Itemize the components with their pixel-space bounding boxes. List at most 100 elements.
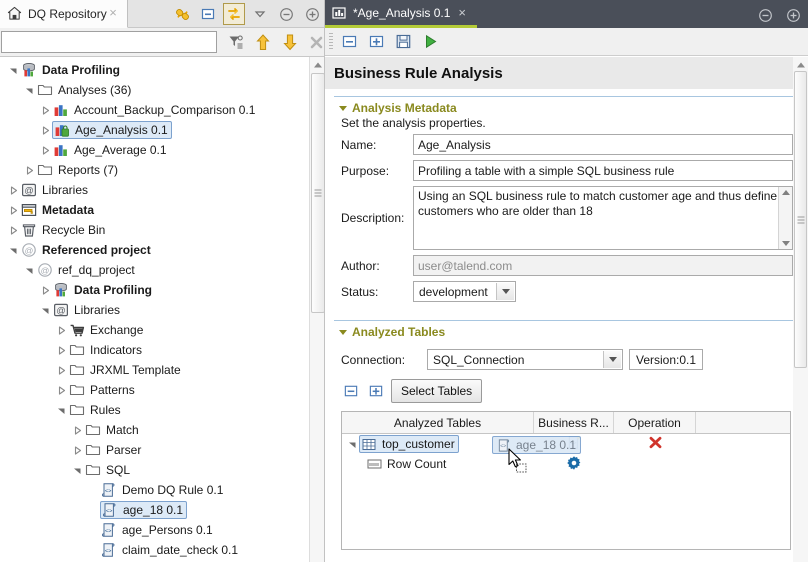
column-header-operation[interactable]: Operation — [614, 412, 696, 433]
table-body[interactable]: top_customer <> — [342, 434, 790, 549]
cell-operation[interactable] — [614, 434, 696, 454]
editor-scrollbar[interactable] — [793, 57, 808, 562]
chevron-right-icon[interactable] — [70, 440, 84, 460]
tab-age-analysis[interactable]: *Age_Analysis 0.1 × — [325, 0, 477, 28]
tree-item-rules[interactable]: Rules — [0, 400, 307, 420]
sync-icon[interactable] — [223, 3, 245, 25]
select-tables-button[interactable]: Select Tables — [391, 379, 482, 403]
chevron-down-icon[interactable] — [22, 260, 36, 280]
toolbar-grip[interactable] — [329, 33, 333, 51]
tree-item-selected[interactable]: <>age_18 0.1 — [100, 501, 187, 519]
filter-icon[interactable] — [224, 30, 247, 54]
chevron-right-icon[interactable] — [6, 200, 20, 220]
cell-indicator-settings[interactable] — [534, 454, 614, 474]
previous-match-icon[interactable] — [251, 30, 274, 54]
tree-item-libraries[interactable]: @Libraries — [0, 180, 307, 200]
table-node-selected[interactable]: top_customer — [359, 435, 459, 453]
chevron-right-icon[interactable] — [6, 220, 20, 240]
expand-tree-icon[interactable] — [366, 381, 386, 401]
chevron-down-icon[interactable] — [339, 106, 347, 111]
maximize-icon[interactable] — [301, 3, 323, 25]
chevron-right-icon[interactable] — [54, 340, 68, 360]
description-field[interactable]: Using an SQL business rule to match cust… — [413, 186, 793, 250]
chevron-down-icon[interactable] — [6, 60, 20, 80]
link-with-editor-icon[interactable] — [171, 3, 193, 25]
tab-dq-repository[interactable]: DQ Repository × — [0, 0, 128, 28]
tree-item-patterns[interactable]: Patterns — [0, 380, 307, 400]
tree-item-age-persons-0-1[interactable]: <>age_Persons 0.1 — [0, 520, 307, 540]
description-scrollbar[interactable] — [778, 187, 792, 249]
tree-item-data-profiling[interactable]: Data Profiling — [0, 280, 307, 300]
close-icon[interactable]: × — [458, 6, 466, 19]
next-match-icon[interactable] — [278, 30, 301, 54]
chevron-right-icon[interactable] — [54, 360, 68, 380]
tree-item-age-18-0-1[interactable]: <>age_18 0.1 — [0, 500, 307, 520]
tree-item-reports-7[interactable]: Reports (7) — [0, 160, 307, 180]
repository-tree[interactable]: Data ProfilingAnalyses (36)Account_Backu… — [0, 57, 325, 562]
chevron-down-icon[interactable] — [6, 240, 20, 260]
chevron-down-icon[interactable] — [22, 80, 36, 100]
chevron-down-icon[interactable] — [496, 283, 514, 300]
tree-item-exchange[interactable]: Exchange — [0, 320, 307, 340]
collapse-all-icon[interactable] — [197, 3, 219, 25]
connection-dropdown[interactable]: SQL_Connection — [427, 349, 623, 370]
metadata-section-header[interactable]: Analysis Metadata — [334, 97, 793, 116]
name-field[interactable] — [413, 134, 793, 155]
delete-red-x-icon[interactable] — [648, 435, 663, 453]
chevron-down-icon[interactable] — [603, 351, 621, 368]
chevron-right-icon[interactable] — [70, 420, 84, 440]
tree-item-selected[interactable]: Age_Analysis 0.1 — [52, 121, 172, 139]
cell-indicator[interactable]: Row Count — [342, 454, 534, 474]
chevron-right-icon[interactable] — [38, 140, 52, 160]
chevron-right-icon[interactable] — [54, 380, 68, 400]
repository-tree-scrollbar[interactable] — [309, 57, 325, 562]
tree-item-demo-dq-rule-0-1[interactable]: <>Demo DQ Rule 0.1 — [0, 480, 307, 500]
chevron-down-icon[interactable] — [54, 400, 68, 420]
scrollbar-thumb[interactable] — [794, 71, 807, 368]
tree-item-age-analysis-0-1[interactable]: Age_Analysis 0.1 — [0, 120, 307, 140]
tree-item-sql[interactable]: SQL — [0, 460, 307, 480]
tree-item-parser[interactable]: Parser — [0, 440, 307, 460]
table-row-child[interactable]: Row Count — [342, 454, 790, 474]
tree-item-account-backup-comparison-0-1[interactable]: Account_Backup_Comparison 0.1 — [0, 100, 307, 120]
scroll-up-icon[interactable] — [782, 190, 790, 195]
tree-item-referenced-project[interactable]: @Referenced project — [0, 240, 307, 260]
collapse-all-icon[interactable] — [339, 32, 359, 52]
tree-item-age-average-0-1[interactable]: Age_Average 0.1 — [0, 140, 307, 160]
tree-item-libraries[interactable]: @Libraries — [0, 300, 307, 320]
scrollbar-thumb[interactable] — [311, 73, 325, 313]
tree-item-claim-date-check-0-1[interactable]: <>claim_date_check 0.1 — [0, 540, 307, 560]
search-input[interactable] — [1, 31, 217, 53]
collapse-tree-icon[interactable] — [341, 381, 361, 401]
chevron-down-icon[interactable] — [339, 330, 347, 335]
chevron-right-icon[interactable] — [22, 160, 36, 180]
scroll-up-icon[interactable] — [312, 59, 324, 71]
maximize-icon[interactable] — [782, 4, 804, 26]
chevron-down-icon[interactable] — [345, 434, 359, 454]
view-menu-icon[interactable] — [249, 3, 271, 25]
chevron-down-icon[interactable] — [38, 300, 52, 320]
status-dropdown[interactable]: development — [413, 281, 516, 302]
chevron-right-icon[interactable] — [38, 100, 52, 120]
close-icon[interactable]: × — [107, 7, 119, 19]
scroll-up-icon[interactable] — [796, 58, 806, 72]
chevron-down-icon[interactable] — [70, 460, 84, 480]
minimize-icon[interactable] — [275, 3, 297, 25]
minimize-icon[interactable] — [754, 4, 776, 26]
scroll-down-icon[interactable] — [782, 241, 790, 246]
chevron-right-icon[interactable] — [38, 280, 52, 300]
column-header-analyzed-tables[interactable]: Analyzed Tables — [342, 412, 534, 433]
chevron-right-icon[interactable] — [6, 180, 20, 200]
expand-all-icon[interactable] — [366, 32, 386, 52]
tree-item-data-profiling[interactable]: Data Profiling — [0, 60, 307, 80]
tables-section-header[interactable]: Analyzed Tables — [334, 321, 793, 340]
tree-item-indicators[interactable]: Indicators — [0, 340, 307, 360]
save-icon[interactable] — [393, 32, 413, 52]
tree-item-recycle-bin[interactable]: Recycle Bin — [0, 220, 307, 240]
tree-item-ref-dq-project[interactable]: @ref_dq_project — [0, 260, 307, 280]
chevron-right-icon[interactable] — [54, 320, 68, 340]
tree-item-analyses-36[interactable]: Analyses (36) — [0, 80, 307, 100]
tree-item-match[interactable]: Match — [0, 420, 307, 440]
gear-icon[interactable] — [566, 455, 582, 474]
tree-item-metadata[interactable]: Metadata — [0, 200, 307, 220]
